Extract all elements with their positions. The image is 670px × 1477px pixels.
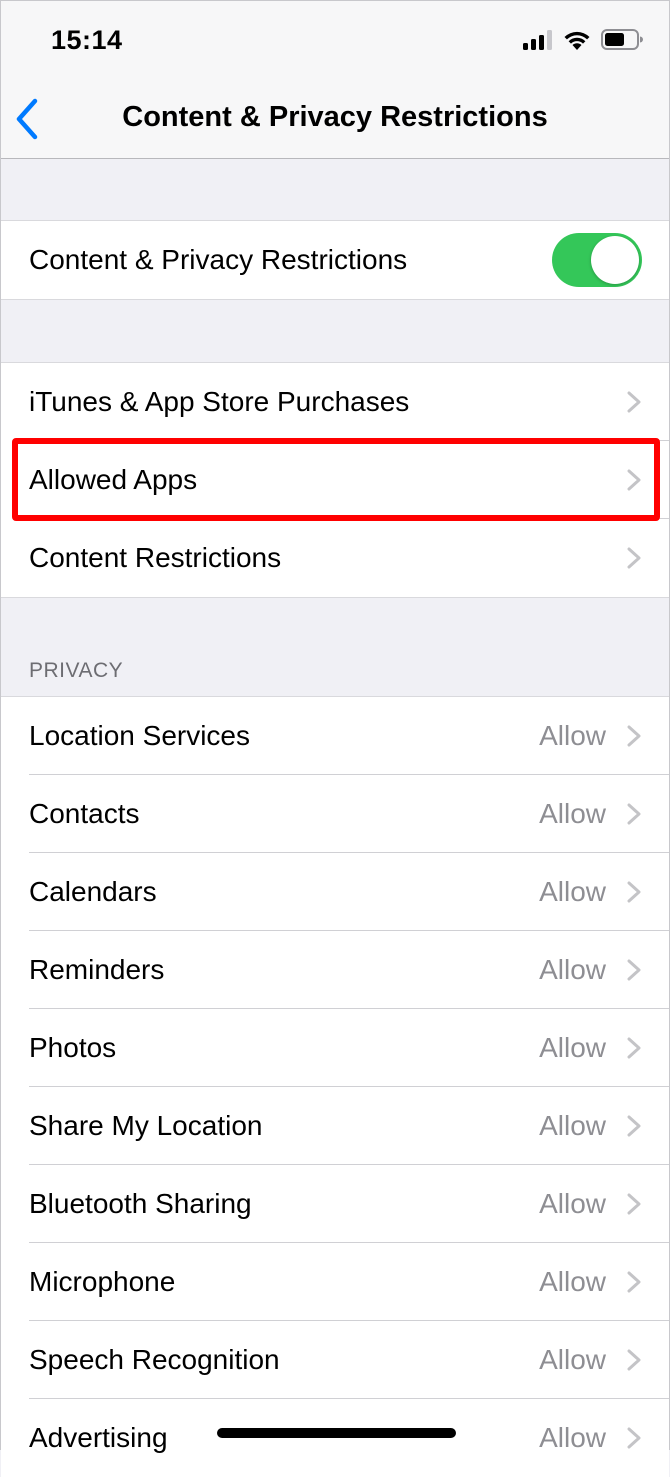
cellular-signal-icon [523, 29, 552, 50]
row-value: Allow [539, 876, 606, 907]
row-label: Speech Recognition [29, 1344, 280, 1375]
chevron-right-icon [627, 547, 641, 569]
row-value: Allow [539, 954, 606, 985]
row-speech-recognition[interactable]: Speech Recognition Allow [1, 1321, 669, 1399]
row-reminders[interactable]: Reminders Allow [1, 931, 669, 1009]
chevron-right-icon [627, 725, 641, 747]
row-microphone[interactable]: Microphone Allow [1, 1243, 669, 1321]
content-privacy-toggle[interactable] [552, 233, 642, 287]
row-advertising[interactable]: Advertising Allow [1, 1399, 669, 1477]
chevron-right-icon [627, 391, 641, 413]
master-toggle-section: Content & Privacy Restrictions [1, 220, 669, 300]
chevron-right-icon [627, 1037, 641, 1059]
wifi-icon [564, 31, 590, 50]
page-title: Content & Privacy Restrictions [122, 101, 548, 133]
privacy-section-header: PRIVACY [29, 659, 124, 682]
row-content-restrictions[interactable]: Content Restrictions [1, 519, 669, 597]
general-section: iTunes & App Store Purchases Allowed App… [1, 362, 669, 598]
row-value: Allow [539, 1032, 606, 1063]
row-label: Location Services [29, 720, 251, 751]
row-label: Allowed Apps [29, 464, 198, 495]
row-value: Allow [539, 1110, 606, 1141]
battery-icon [601, 29, 643, 50]
row-label: Bluetooth Sharing [29, 1188, 252, 1219]
row-label: Microphone [29, 1266, 176, 1297]
row-value: Allow [539, 1422, 606, 1453]
status-time: 15:14 [51, 25, 123, 55]
row-label: Calendars [29, 876, 157, 907]
row-value: Allow [539, 720, 606, 751]
chevron-right-icon [627, 469, 641, 491]
chevron-right-icon [627, 1271, 641, 1293]
row-value: Allow [539, 1344, 606, 1375]
row-bluetooth-sharing[interactable]: Bluetooth Sharing Allow [1, 1165, 669, 1243]
row-contacts[interactable]: Contacts Allow [1, 775, 669, 853]
chevron-right-icon [627, 1427, 641, 1449]
row-label: Advertising [29, 1422, 168, 1453]
content-privacy-toggle-row: Content & Privacy Restrictions [1, 221, 669, 299]
status-icons [523, 29, 643, 50]
row-calendars[interactable]: Calendars Allow [1, 853, 669, 931]
row-photos[interactable]: Photos Allow [1, 1009, 669, 1087]
chevron-right-icon [627, 803, 641, 825]
chevron-right-icon [627, 1115, 641, 1137]
chevron-right-icon [627, 1349, 641, 1371]
row-label: iTunes & App Store Purchases [29, 386, 410, 417]
chevron-right-icon [627, 959, 641, 981]
toggle-label: Content & Privacy Restrictions [29, 244, 408, 275]
privacy-section: Location Services Allow Contacts Allow C… [1, 696, 669, 1477]
row-label: Reminders [29, 954, 165, 985]
row-label: Photos [29, 1032, 117, 1063]
chevron-right-icon [627, 1193, 641, 1215]
row-label: Content Restrictions [29, 542, 282, 573]
row-label: Share My Location [29, 1110, 263, 1141]
navigation-bar: Content & Privacy Restrictions [1, 81, 669, 159]
row-allowed-apps[interactable]: Allowed Apps [1, 441, 669, 519]
row-itunes-app-store-purchases[interactable]: iTunes & App Store Purchases [1, 363, 669, 441]
row-value: Allow [539, 1188, 606, 1219]
status-bar: 15:14 [1, 1, 669, 81]
row-value: Allow [539, 1266, 606, 1297]
row-label: Contacts [29, 798, 140, 829]
row-value: Allow [539, 798, 606, 829]
row-share-my-location[interactable]: Share My Location Allow [1, 1087, 669, 1165]
chevron-right-icon [627, 881, 641, 903]
toggle-knob [591, 236, 639, 284]
row-location-services[interactable]: Location Services Allow [1, 697, 669, 775]
home-indicator[interactable] [217, 1428, 456, 1438]
